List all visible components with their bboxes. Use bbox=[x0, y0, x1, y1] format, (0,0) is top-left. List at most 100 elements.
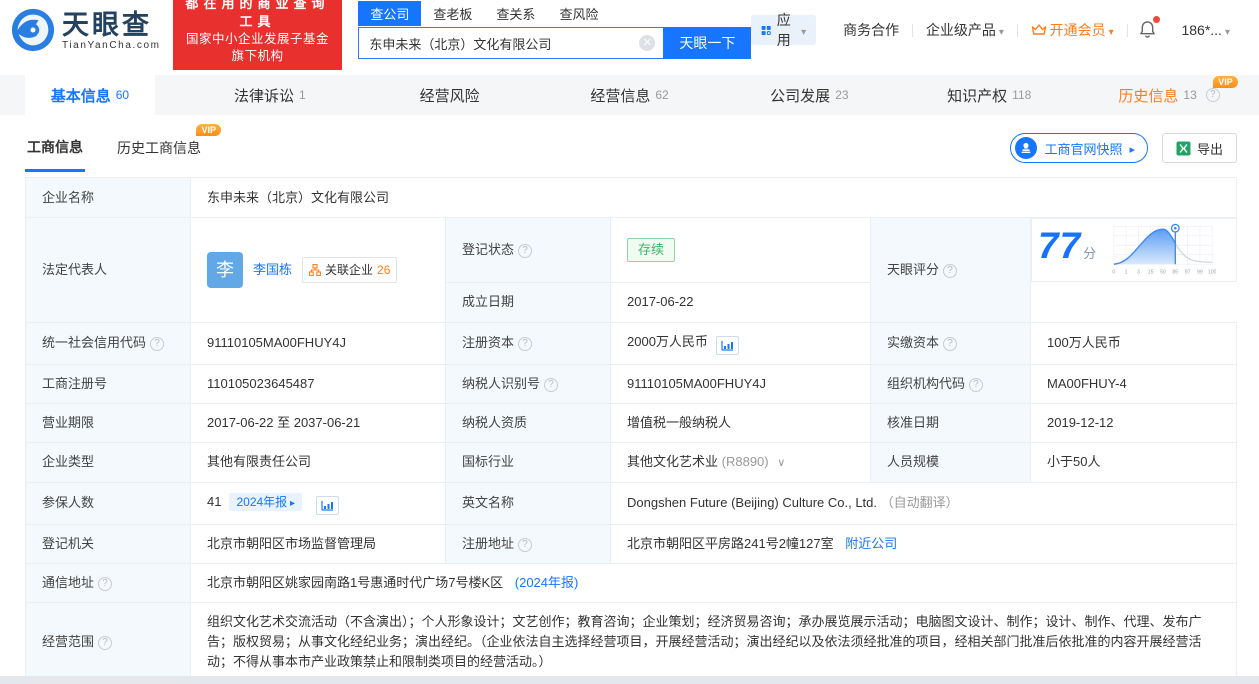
field-label: 营业期限 bbox=[25, 402, 191, 443]
field-label: 参保人数 bbox=[25, 481, 191, 525]
tab-count: 118 bbox=[1012, 88, 1032, 102]
tianyancha-logo[interactable]: 天眼查 TianYanCha.com bbox=[10, 7, 161, 53]
field-label: 英文名称 bbox=[445, 481, 611, 525]
question-icon[interactable] bbox=[98, 635, 113, 650]
question-icon[interactable] bbox=[943, 337, 958, 351]
nav-open-vip[interactable]: 开通会员 bbox=[1018, 20, 1127, 40]
reg-number-value: 110105023645487 bbox=[190, 363, 446, 404]
nav-business-coop[interactable]: 商务合作 bbox=[830, 20, 912, 40]
approval-date-value: 2019-12-12 bbox=[1030, 402, 1237, 443]
table-row: 营业期限 2017-06-22 至 2037-06-21 纳税人资质 增值税一般… bbox=[25, 402, 1237, 443]
capital-trend-icon[interactable] bbox=[715, 335, 739, 355]
tab-company-development[interactable]: 公司发展 23 bbox=[719, 75, 899, 115]
insured-count-value: 41 bbox=[207, 493, 222, 509]
search-bar: ✕ 天眼一下 bbox=[358, 27, 752, 59]
snapshot-label: 工商官网快照 bbox=[1044, 141, 1123, 157]
score-label: 天眼评分 bbox=[887, 261, 940, 277]
header: 天眼查 TianYanCha.com 都在用的商业查询工具 国家中小企业发展子基… bbox=[0, 0, 1259, 70]
tab-history-info[interactable]: VIP 历史信息 13 bbox=[1079, 75, 1259, 115]
field-label: 经营范围 bbox=[25, 601, 191, 682]
tab-legal-proceedings[interactable]: 法律诉讼 1 bbox=[180, 75, 360, 115]
tab-operating-info[interactable]: 经营信息 62 bbox=[540, 75, 720, 115]
export-label: 导出 bbox=[1196, 141, 1223, 157]
chevron-down-icon bbox=[1225, 22, 1230, 38]
question-icon[interactable] bbox=[150, 337, 165, 351]
business-scope-label: 经营范围 bbox=[42, 633, 95, 649]
org-chart-icon bbox=[309, 263, 321, 276]
score-distribution-chart: 0 1 3 15 50 85 97 99 100 bbox=[1113, 223, 1216, 276]
legal-rep-avatar[interactable]: 李 bbox=[207, 251, 243, 288]
reg-capital-label: 注册资本 bbox=[462, 335, 515, 350]
search-tab-relation[interactable]: 查关系 bbox=[484, 1, 547, 26]
search-button[interactable]: 天眼一下 bbox=[663, 27, 752, 59]
subtab-history-business-info[interactable]: 历史工商信息 VIP bbox=[115, 124, 221, 170]
apps-label: 应用 bbox=[776, 12, 791, 48]
svg-text:50: 50 bbox=[1160, 270, 1166, 276]
field-label: 登记机关 bbox=[25, 523, 191, 564]
related-companies-badge[interactable]: 关联企业 26 bbox=[302, 256, 398, 283]
user-account-menu[interactable]: 186*... bbox=[1168, 22, 1243, 38]
mail-address-value: 北京市朝阳区姚家园南路1号惠通时代广场7号楼K区 bbox=[207, 574, 504, 590]
reg-status-cell: 存续 bbox=[610, 217, 871, 283]
annual-report-badge[interactable]: 2024年报 bbox=[229, 492, 302, 511]
annual-report-link[interactable]: (2024年报) bbox=[515, 575, 579, 590]
field-label: 法定代表人 bbox=[25, 217, 191, 323]
vip-label: 开通会员 bbox=[1049, 22, 1106, 38]
insured-trend-icon[interactable] bbox=[315, 495, 339, 515]
field-label: 统一社会信用代码 bbox=[25, 321, 191, 365]
tianyancha-eye-icon bbox=[11, 8, 55, 52]
company-name-value: 东申未来（北京）文化有限公司 bbox=[190, 177, 1237, 218]
search-input[interactable] bbox=[358, 27, 664, 59]
question-icon[interactable] bbox=[943, 263, 958, 278]
question-icon[interactable] bbox=[518, 537, 533, 552]
org-code-label: 组织机构代码 bbox=[887, 375, 966, 391]
tab-intellectual-property[interactable]: 知识产权 118 bbox=[899, 75, 1079, 115]
question-icon[interactable] bbox=[98, 576, 113, 591]
search-tabs: 查公司 查老板 查关系 查风险 bbox=[358, 1, 751, 26]
notifications-bell[interactable] bbox=[1127, 15, 1168, 41]
table-row: 企业类型 其他有限责任公司 国标行业 其他文化艺术业 (R8890) ∨ 人员规… bbox=[25, 441, 1237, 483]
field-label: 注册地址 bbox=[445, 523, 611, 564]
bottom-strip bbox=[0, 676, 1259, 684]
nearby-companies-link[interactable]: 附近公司 bbox=[845, 536, 897, 551]
business-info-table: 企业名称 东申未来（北京）文化有限公司 法定代表人 李 李国栋 关联企业 26 … bbox=[25, 177, 1237, 682]
search-tab-boss[interactable]: 查老板 bbox=[421, 1, 484, 26]
chevron-down-icon[interactable]: ∨ bbox=[777, 457, 785, 469]
apps-menu[interactable]: 应用 bbox=[751, 12, 817, 48]
field-label: 核准日期 bbox=[870, 402, 1031, 443]
question-icon[interactable] bbox=[518, 337, 533, 351]
export-button[interactable]: 导出 bbox=[1161, 133, 1237, 163]
svg-text:97: 97 bbox=[1185, 270, 1191, 276]
search-tab-risk[interactable]: 查风险 bbox=[547, 1, 610, 26]
industry-value: 其他文化艺术业 bbox=[627, 453, 719, 469]
enterprise-label: 企业级产品 bbox=[925, 22, 996, 38]
tab-count: 23 bbox=[835, 88, 849, 102]
credit-code-label: 统一社会信用代码 bbox=[42, 335, 147, 350]
table-row: 通信地址 北京市朝阳区姚家园南路1号惠通时代广场7号楼K区 (2024年报) bbox=[25, 562, 1237, 603]
tab-label: 公司发展 bbox=[770, 87, 831, 105]
question-icon[interactable] bbox=[518, 243, 533, 258]
legal-rep-link[interactable]: 李国栋 bbox=[253, 260, 292, 280]
tab-label: 经营信息 bbox=[590, 87, 651, 105]
paid-capital-value: 100万人民币 bbox=[1030, 321, 1237, 365]
establish-date-value: 2017-06-22 bbox=[610, 281, 871, 323]
nav-enterprise-products[interactable]: 企业级产品 bbox=[913, 20, 1017, 40]
field-label: 纳税人资质 bbox=[445, 402, 611, 443]
question-icon[interactable] bbox=[544, 377, 559, 392]
search-tab-company[interactable]: 查公司 bbox=[358, 1, 422, 26]
reg-address-label: 注册地址 bbox=[462, 535, 515, 551]
excel-icon bbox=[1176, 141, 1191, 155]
question-icon[interactable] bbox=[969, 377, 984, 392]
subtab-business-info[interactable]: 工商信息 bbox=[25, 125, 85, 172]
field-label: 工商注册号 bbox=[25, 363, 191, 404]
question-icon[interactable] bbox=[1205, 88, 1220, 102]
tab-count: 13 bbox=[1183, 88, 1197, 102]
official-snapshot-button[interactable]: 工商官网快照 bbox=[1010, 133, 1148, 163]
score-cell[interactable]: 77 分 0 1 3 15 50 85 97 99 100 bbox=[1031, 218, 1237, 282]
tab-basic-info[interactable]: 基本信息 60 bbox=[0, 75, 180, 115]
header-nav: 应用 商务合作 企业级产品 开通会员 bbox=[751, 12, 1243, 48]
mail-address-label: 通信地址 bbox=[42, 574, 95, 590]
tianyancha-company-page: 天眼查 TianYanCha.com 都在用的商业查询工具 国家中小企业发展子基… bbox=[0, 0, 1259, 684]
tab-operating-risk[interactable]: 经营风险 bbox=[360, 75, 540, 115]
english-name-cell: Dongshen Future (Beijing) Culture Co., L… bbox=[610, 481, 1237, 525]
